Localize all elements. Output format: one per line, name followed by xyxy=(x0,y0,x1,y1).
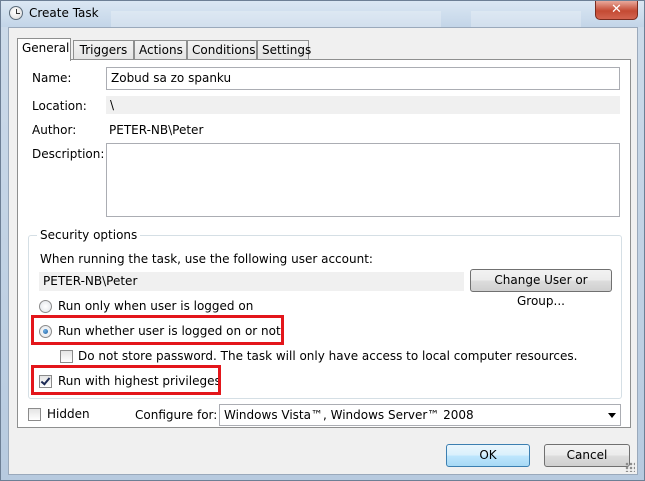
window-title: Create Task xyxy=(29,6,99,20)
security-options-legend: Security options xyxy=(37,228,141,242)
cancel-button[interactable]: Cancel xyxy=(544,444,630,467)
title-bar[interactable]: Create Task ✕ xyxy=(1,1,644,27)
tab-actions[interactable]: Actions xyxy=(134,40,187,60)
do-not-store-password-label[interactable]: Do not store password. The task will onl… xyxy=(78,349,577,363)
background-window-ghost xyxy=(471,11,581,27)
author-label: Author: xyxy=(32,123,77,137)
dialog-client-area: General Triggers Actions Conditions Sett… xyxy=(8,27,638,475)
radio-run-whether-logged-on[interactable] xyxy=(39,325,52,338)
close-button[interactable]: ✕ xyxy=(595,1,638,20)
name-input[interactable]: Zobud sa zo spanku xyxy=(106,67,620,90)
tab-conditions[interactable]: Conditions xyxy=(187,40,257,60)
tab-settings[interactable]: Settings xyxy=(257,40,311,60)
radio-selected-dot xyxy=(43,329,48,334)
configure-for-value: Windows Vista™, Windows Server™ 2008 xyxy=(224,408,474,422)
highest-privileges-checkbox[interactable] xyxy=(39,375,52,388)
configure-for-label: Configure for: xyxy=(135,408,218,422)
ok-button[interactable]: OK xyxy=(446,444,530,467)
tab-triggers[interactable]: Triggers xyxy=(73,40,134,60)
do-not-store-password-checkbox[interactable] xyxy=(60,350,73,363)
clock-icon xyxy=(9,6,23,20)
author-value: PETER-NB\Peter xyxy=(109,123,204,137)
radio-run-only-logged-on-label[interactable]: Run only when user is logged on xyxy=(58,299,253,313)
hidden-label[interactable]: Hidden xyxy=(47,407,90,421)
location-value: \ xyxy=(106,96,620,114)
general-tab-panel: Name: Zobud sa zo spanku Location: \ Aut… xyxy=(17,59,631,428)
background-window-ghost xyxy=(111,11,441,27)
account-prompt: When running the task, use the following… xyxy=(40,252,373,266)
description-input[interactable] xyxy=(106,143,620,217)
name-label: Name: xyxy=(32,71,72,85)
radio-run-only-logged-on[interactable] xyxy=(39,300,52,313)
hidden-checkbox[interactable] xyxy=(28,408,41,421)
location-label: Location: xyxy=(32,99,87,113)
configure-for-select[interactable]: Windows Vista™, Windows Server™ 2008 xyxy=(219,404,621,426)
checkmark-icon xyxy=(40,375,51,386)
description-label: Description: xyxy=(32,147,105,161)
user-account-field: PETER-NB\Peter xyxy=(39,272,464,291)
tab-general[interactable]: General xyxy=(17,38,71,61)
highest-privileges-label[interactable]: Run with highest privileges xyxy=(58,374,221,388)
change-user-button[interactable]: Change User or Group... xyxy=(470,269,612,308)
radio-run-whether-logged-on-label[interactable]: Run whether user is logged on or not xyxy=(58,324,281,338)
create-task-window: Create Task ✕ General Triggers Actions C… xyxy=(0,0,645,481)
resize-grip-icon[interactable] xyxy=(625,462,635,472)
chevron-down-icon[interactable] xyxy=(603,405,620,425)
